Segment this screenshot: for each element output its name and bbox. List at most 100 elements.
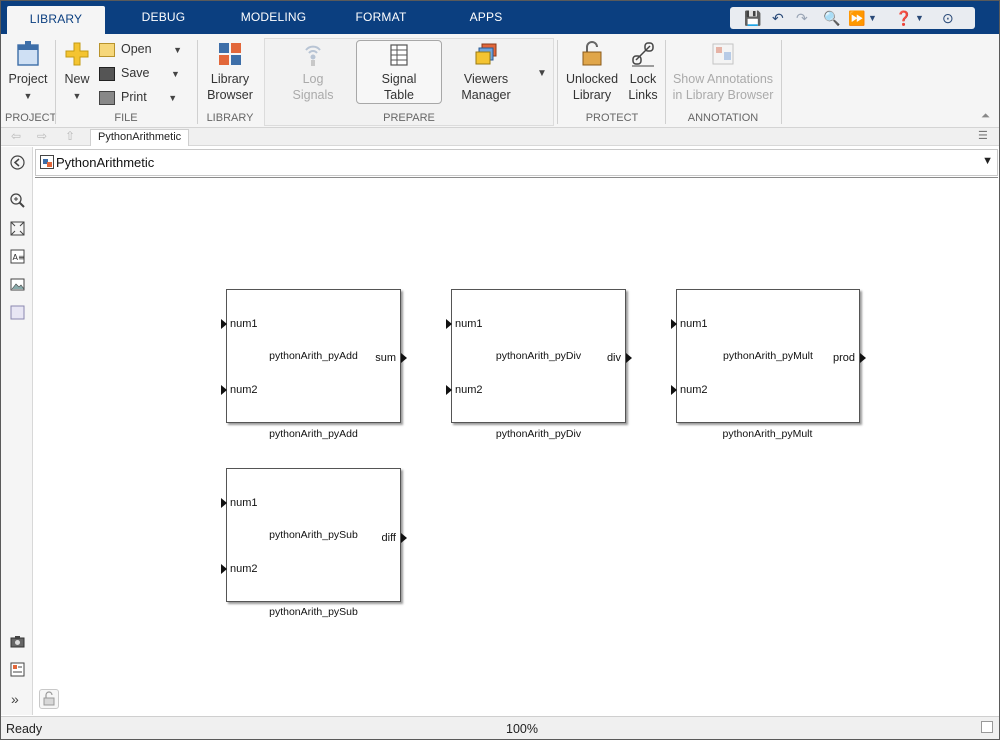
- property-inspector-icon[interactable]: [9, 661, 26, 678]
- input-port-arrow[interactable]: [446, 385, 452, 395]
- tab-modeling[interactable]: MODELING: [226, 1, 321, 34]
- block-title: pythonArith_pySub: [269, 529, 358, 541]
- output-port-arrow[interactable]: [860, 353, 866, 363]
- model-address-bar: PythonArithmetic ▼: [35, 149, 998, 176]
- project-icon: [17, 41, 39, 66]
- print-button[interactable]: Print ▼: [99, 87, 177, 107]
- input-port-arrow[interactable]: [671, 385, 677, 395]
- project-button[interactable]: Project ▼: [5, 40, 51, 104]
- chevron-down-icon[interactable]: ▼: [915, 9, 924, 27]
- redo-icon[interactable]: ↷: [796, 9, 808, 27]
- port-label-num1: num1: [230, 318, 258, 330]
- group-label-library: LIBRARY: [206, 112, 254, 124]
- block-name-label[interactable]: pythonArith_pyDiv: [451, 428, 626, 440]
- minimize-toolstrip-icon[interactable]: ⊙: [942, 9, 954, 27]
- port-label-num1: num1: [680, 318, 708, 330]
- zoom-icon[interactable]: [9, 192, 26, 209]
- log-signals-button[interactable]: Log Signals: [285, 42, 341, 103]
- tab-library[interactable]: LIBRARY: [7, 6, 105, 34]
- save-icon[interactable]: 💾: [744, 9, 761, 27]
- collapse-ribbon-icon[interactable]: ⏶: [981, 110, 990, 123]
- resize-grip-icon[interactable]: [981, 721, 993, 733]
- group-label-protect: PROTECT: [585, 112, 639, 124]
- tab-apps[interactable]: APPS: [446, 1, 526, 34]
- annotation-tool-icon[interactable]: A≡: [9, 248, 26, 265]
- block-name-label[interactable]: pythonArith_pyAdd: [226, 428, 401, 440]
- annotation-icon: [712, 43, 734, 65]
- printer-icon: [99, 90, 115, 105]
- ribbon: Project ▼ PROJECT New ▼ Open ▼ Save ▼ Prin…: [1, 34, 999, 128]
- back-arrow-icon[interactable]: ⇦: [11, 129, 21, 143]
- input-port-arrow[interactable]: [671, 319, 677, 329]
- input-port-arrow[interactable]: [221, 498, 227, 508]
- model-name[interactable]: PythonArithmetic: [56, 155, 154, 170]
- signal-table-button[interactable]: Signal Table: [358, 42, 440, 103]
- undo-icon[interactable]: ↶: [772, 9, 784, 27]
- forward-arrow-icon[interactable]: ⇨: [37, 129, 47, 143]
- output-port-arrow[interactable]: [401, 353, 407, 363]
- unlocked-padlock-icon: [43, 691, 55, 706]
- output-port-arrow[interactable]: [401, 533, 407, 543]
- svg-text:A≡: A≡: [13, 253, 25, 262]
- model-canvas[interactable]: num1 num2 sum pythonArith_pyAdd pythonAr…: [35, 177, 998, 715]
- block-pysub[interactable]: num1 num2 diff pythonArith_pySub: [221, 468, 407, 602]
- plus-icon: [65, 42, 89, 66]
- show-annotations-button[interactable]: Show Annotations in Library Browser: [669, 40, 777, 103]
- block-pyadd[interactable]: num1 num2 sum pythonArith_pyAdd: [221, 289, 407, 423]
- fit-to-view-icon[interactable]: [9, 220, 26, 237]
- unlocked-library-button[interactable]: Unlocked Library: [563, 40, 621, 103]
- quick-access-toolbar: 💾 ↶ ↷ 🔍 ⏩ ▼ ❓ ▼ ⊙: [730, 7, 975, 29]
- input-port-arrow[interactable]: [221, 385, 227, 395]
- left-toolbar: A≡ »: [1, 147, 33, 715]
- menu-icon[interactable]: ☰: [978, 129, 988, 142]
- expand-toolbar-icon[interactable]: »: [11, 691, 19, 707]
- input-port-arrow[interactable]: [221, 319, 227, 329]
- hide-explorer-icon[interactable]: [9, 154, 26, 171]
- up-arrow-icon[interactable]: ⇧: [65, 129, 75, 143]
- library-model-icon: [40, 155, 54, 169]
- status-text: Ready: [6, 722, 43, 736]
- tab-format[interactable]: FORMAT: [341, 1, 421, 34]
- block-pydiv[interactable]: num1 num2 div pythonArith_pyDiv: [446, 289, 632, 423]
- help-icon[interactable]: ❓: [895, 9, 912, 27]
- port-label-num2: num2: [680, 384, 708, 396]
- library-lock-indicator[interactable]: [39, 689, 59, 709]
- save-button[interactable]: Save ▼: [99, 63, 180, 83]
- input-port-arrow[interactable]: [221, 564, 227, 574]
- log-signals-icon: [305, 45, 321, 66]
- input-port-arrow[interactable]: [446, 319, 452, 329]
- lock-links-button[interactable]: Lock Links: [625, 40, 661, 103]
- port-label-num1: num1: [230, 497, 258, 509]
- port-label-num2: num2: [230, 384, 258, 396]
- port-label-num2: num2: [455, 384, 483, 396]
- breadcrumb-bar: ⇦ ⇨ ⇧ PythonArithmetic ☰: [1, 128, 999, 146]
- block-pymult[interactable]: num1 num2 prod pythonArith_pyMult: [671, 289, 866, 423]
- library-browser-button[interactable]: Library Browser: [204, 40, 256, 103]
- open-button[interactable]: Open ▼: [99, 39, 182, 59]
- block-name-label[interactable]: pythonArith_pySub: [226, 606, 401, 618]
- block-title: pythonArith_pyDiv: [495, 350, 582, 362]
- area-tool-icon[interactable]: [9, 304, 26, 321]
- tab-debug[interactable]: DEBUG: [121, 1, 206, 34]
- camera-icon[interactable]: [9, 633, 26, 650]
- table-icon: [390, 44, 408, 66]
- chevron-down-icon[interactable]: ▼: [982, 155, 993, 167]
- block-title: pythonArith_pyMult: [723, 350, 813, 362]
- group-label-project: PROJECT: [5, 112, 57, 124]
- image-tool-icon[interactable]: [9, 276, 26, 293]
- new-button[interactable]: New ▼: [61, 40, 93, 104]
- floppy-icon: [99, 66, 115, 81]
- chevron-down-icon[interactable]: ▼: [868, 9, 877, 27]
- zoom-level: 100%: [506, 722, 538, 736]
- breadcrumb-tab[interactable]: PythonArithmetic: [90, 129, 190, 146]
- viewers-manager-button[interactable]: Viewers Manager: [451, 42, 521, 103]
- search-icon[interactable]: 🔍: [823, 9, 840, 27]
- block-name-label[interactable]: pythonArith_pyMult: [680, 428, 855, 440]
- output-port-arrow[interactable]: [626, 353, 632, 363]
- group-label-annotation: ANNOTATION: [687, 112, 759, 124]
- link-icon: [632, 42, 654, 67]
- community-icon[interactable]: ⏩: [848, 9, 865, 27]
- status-bar: Ready 100%: [1, 716, 999, 739]
- library-browser-icon: [219, 43, 241, 65]
- gallery-expand-icon[interactable]: ▼: [537, 68, 547, 79]
